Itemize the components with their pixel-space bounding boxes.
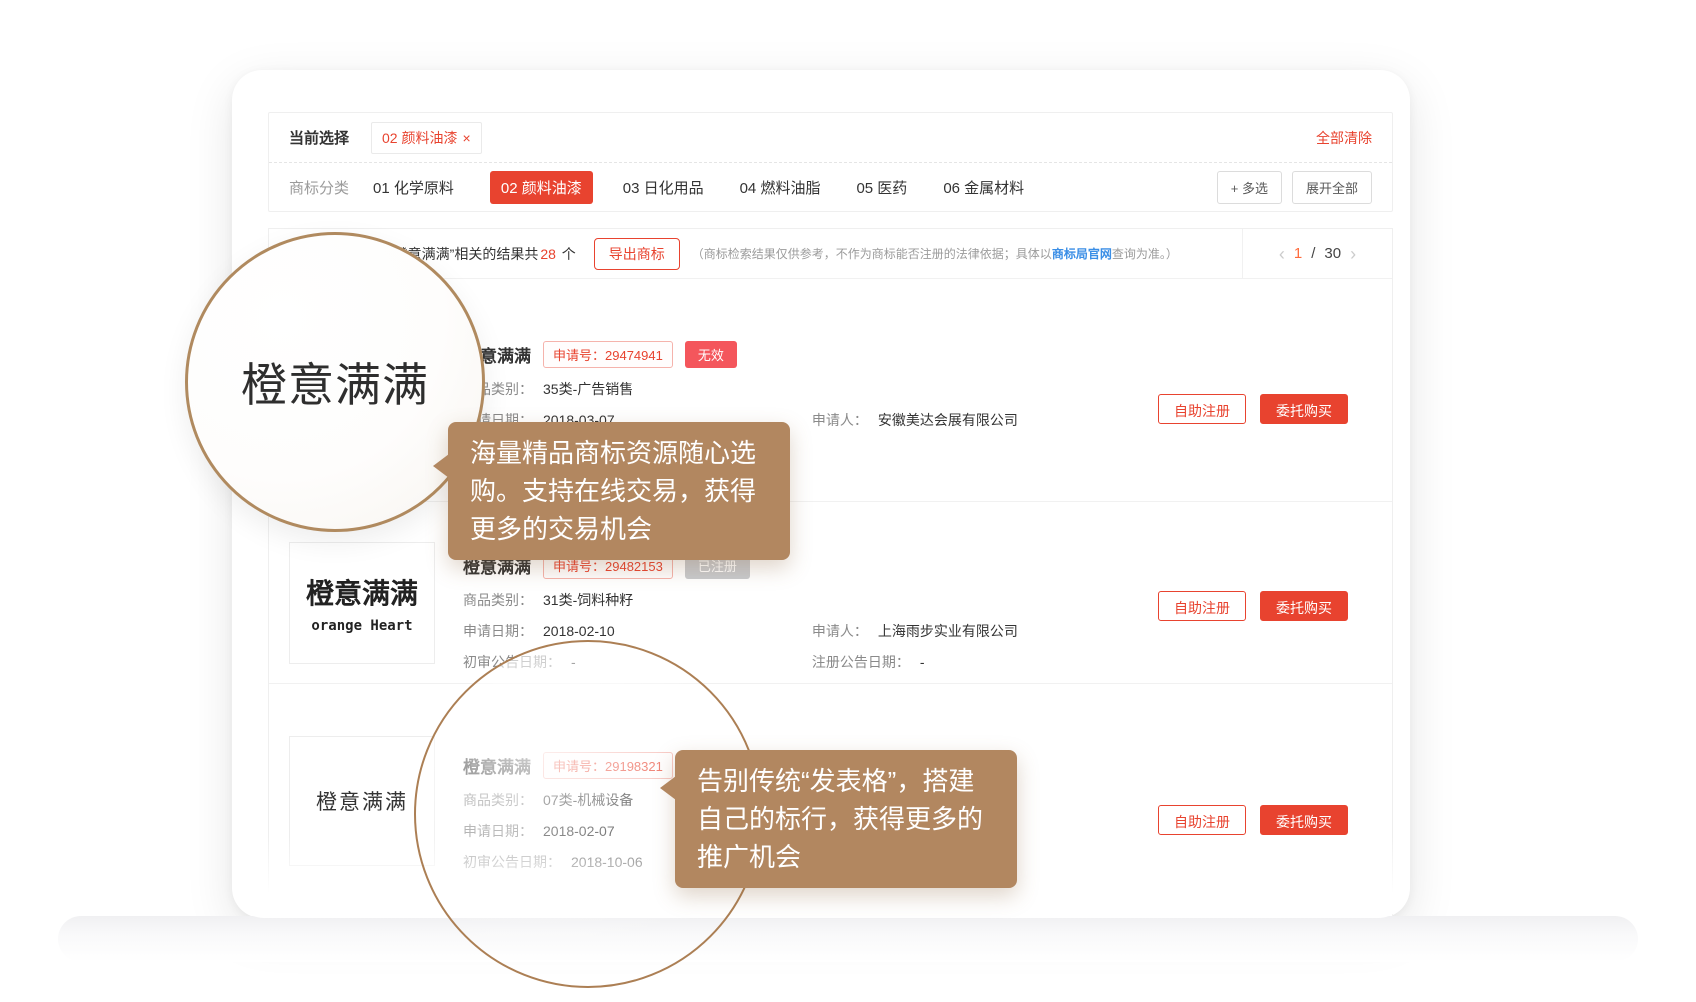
category-row: 商标分类 01 化学原料 02 颜料油漆 03 日化用品 04 燃料油脂 05 … [269,162,1392,211]
application-number-value: 29474941 [605,348,663,363]
magnifier-circle: 橙意满满 [185,232,485,532]
field-label: 申请日期： [463,823,533,839]
tooltip-line: 告别传统“发表格”，搭建 [697,762,995,800]
multi-select-button[interactable]: + 多选 [1217,171,1282,204]
trademark-thumbnail-3: 橙意满满 [289,736,435,866]
field-value: 2018-10-06 [571,854,643,870]
tooltip-marketplace: 海量精品商标资源随心选 购。支持在线交易，获得 更多的交易机会 [448,422,790,560]
category-item-04[interactable]: 04 燃料油脂 [740,177,821,198]
tooltip-line: 更多的交易机会 [470,510,768,548]
field-value: 35类-广告销售 [543,381,633,397]
category-list: 01 化学原料 02 颜料油漆 03 日化用品 04 燃料油脂 05 医药 06… [373,171,1060,204]
field-value: 安徽美达会展有限公司 [878,412,1018,428]
category-item-06[interactable]: 06 金属材料 [943,177,1024,198]
selected-filter-tag-label: 02 颜料油漆 [382,128,457,148]
field-value: 2018-02-07 [543,823,615,839]
expand-all-button[interactable]: 展开全部 [1292,171,1372,204]
category-item-02[interactable]: 02 颜料油漆 [490,171,593,204]
current-selection-label: 当前选择 [289,127,349,148]
entrust-purchase-button[interactable]: 委托购买 [1260,805,1348,835]
tooltip-line: 推广机会 [697,838,995,876]
filter-card: 当前选择 02 颜料油漆 × 全部清除 商标分类 01 化学原料 02 颜料油漆… [268,112,1393,212]
application-number-label: 申请号： [553,348,605,363]
field-value: 31类-饲料种籽 [543,592,633,608]
category-actions: + 多选 展开全部 [1217,171,1372,204]
tooltip-arrow-icon [433,454,449,478]
row-actions-3: 自助注册 委托购买 [1158,805,1348,835]
status-badge: 无效 [685,341,737,368]
application-number-label: 申请号： [553,759,605,774]
next-page-icon[interactable]: › [1350,245,1356,263]
tooltip-line: 自己的标行，获得更多的 [697,800,995,838]
tooltip-line: 购。支持在线交易，获得 [470,472,768,510]
export-trademarks-button[interactable]: 导出商标 [594,238,680,270]
tooltip-line: 海量精品商标资源随心选 [470,434,768,472]
application-number-pill: 申请号：29198321 [543,752,673,779]
prev-page-icon[interactable]: ‹ [1279,245,1285,263]
tag-close-icon[interactable]: × [462,130,470,146]
entrust-purchase-button[interactable]: 委托购买 [1260,394,1348,424]
field-label: 申请人： [812,623,868,639]
result-row-2: 橙意满满 orange Heart 橙意满满 申请号：29482153 已注册 … [269,501,1392,683]
self-register-button[interactable]: 自助注册 [1158,805,1246,835]
trademark-thumbnail-2: 橙意满满 orange Heart [289,542,435,664]
trademark-name: 橙意满满 [463,753,531,778]
field-label: 初审公告日期： [463,654,561,670]
current-selection-row: 当前选择 02 颜料油漆 × 全部清除 [269,113,1392,162]
disclaimer-text-start: （商标检索结果仅供参考，不作为商标能否注册的法律依据；具体以 [692,247,1052,261]
tooltip-promotion: 告别传统“发表格”，搭建 自己的标行，获得更多的 推广机会 [675,750,1017,888]
application-number-value: 29198321 [605,759,663,774]
row-actions-2: 自助注册 委托购买 [1158,591,1348,621]
field-value: - [920,654,925,670]
results-disclaimer: （商标检索结果仅供参考，不作为商标能否注册的法律依据；具体以商标局官网查询为准。… [692,245,1178,262]
field-value: 07类-机械设备 [543,792,633,808]
mockup-base [58,916,1638,962]
field-value: - [571,654,576,670]
category-item-05[interactable]: 05 医药 [856,177,907,198]
page-separator: / [1311,245,1315,262]
results-count-unit: 个 [562,246,576,262]
field-label: 商品类别： [463,592,533,608]
page-total: 30 [1324,245,1341,262]
self-register-button[interactable]: 自助注册 [1158,591,1246,621]
field-value: 2018-02-10 [543,623,615,639]
category-item-01[interactable]: 01 化学原料 [373,177,454,198]
application-number-pill: 申请号：29474941 [543,341,673,368]
thumbnail-cn-text: 橙意满满 [316,786,408,816]
application-number-value: 29482153 [605,559,663,574]
thumbnail-cn-text: 橙意满满 [306,572,418,612]
current-page: 1 [1294,245,1302,262]
pagination: ‹ 1 / 30 › [1242,229,1392,278]
disclaimer-text-end: 查询为准。） [1112,247,1178,261]
self-register-button[interactable]: 自助注册 [1158,394,1246,424]
results-count: 28 [538,246,558,262]
trademark-office-link[interactable]: 商标局官网 [1052,247,1112,261]
row-actions-1: 自助注册 委托购买 [1158,394,1348,424]
thumbnail-en-text: orange Heart [311,618,412,634]
entrust-purchase-button[interactable]: 委托购买 [1260,591,1348,621]
field-label: 申请日期： [463,623,533,639]
field-label: 申请人： [812,412,868,428]
category-item-03[interactable]: 03 日化用品 [623,177,704,198]
field-value: 上海雨步实业有限公司 [878,623,1018,639]
field-label: 初审公告日期： [463,854,561,870]
magnifier-trademark-text: 橙意满满 [241,349,429,415]
category-filter-label: 商标分类 [289,177,349,198]
tooltip-arrow-icon [660,776,676,800]
clear-all-button[interactable]: 全部清除 [1316,128,1372,148]
field-label: 注册公告日期： [812,654,910,670]
selected-filter-tag[interactable]: 02 颜料油漆 × [371,122,482,154]
application-number-label: 申请号： [553,559,605,574]
field-label: 商品类别： [463,792,533,808]
